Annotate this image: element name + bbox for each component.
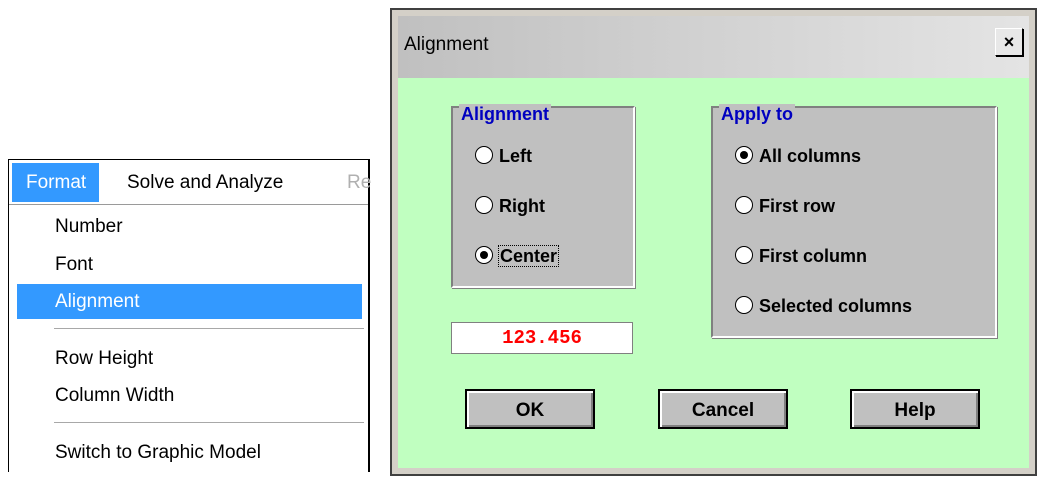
menu-item-switch-to-graphic-model[interactable]: Switch to Graphic Model — [17, 435, 362, 470]
format-menu-panel: Format Solve and Analyze Re Number Font … — [8, 159, 371, 472]
menu-item-alignment[interactable]: Alignment — [17, 284, 362, 319]
close-button[interactable]: × — [995, 28, 1023, 56]
radio-right-label: Right — [499, 196, 545, 216]
radio-all-columns[interactable]: All columns — [735, 143, 861, 169]
apply-to-group-label: Apply to — [719, 104, 795, 125]
menu-separator — [54, 422, 364, 423]
radio-circle-icon — [475, 196, 493, 214]
menubar-format[interactable]: Format — [12, 163, 99, 202]
radio-circle-icon — [475, 146, 493, 164]
menubar-truncated-item[interactable]: Re — [347, 163, 371, 202]
radio-first-row[interactable]: First row — [735, 193, 835, 219]
alignment-groupbox: Alignment Left Right Center — [451, 104, 635, 288]
help-button[interactable]: Help — [850, 389, 980, 429]
radio-left-label: Left — [499, 146, 532, 166]
radio-first-column-label: First column — [759, 246, 868, 266]
radio-all-columns-label: All columns — [759, 146, 862, 166]
menu-item-font[interactable]: Font — [17, 247, 362, 282]
radio-selected-columns[interactable]: Selected columns — [735, 293, 912, 319]
close-icon: × — [1003, 32, 1015, 52]
radio-circle-icon — [735, 296, 753, 314]
radio-selected-icon — [735, 146, 753, 164]
dialog-client-area: Alignment Left Right Center Apply to All… — [398, 78, 1029, 468]
ok-button[interactable]: OK — [465, 389, 595, 429]
radio-right[interactable]: Right — [475, 193, 545, 219]
alignment-preview: 123.456 — [451, 322, 633, 354]
dialog-titlebar[interactable]: Alignment × — [398, 16, 1029, 78]
radio-center-label: Center — [497, 245, 560, 267]
radio-center[interactable]: Center — [475, 243, 560, 269]
menubar: Format Solve and Analyze Re — [9, 160, 371, 205]
cancel-button[interactable]: Cancel — [658, 389, 788, 429]
menu-item-number[interactable]: Number — [17, 209, 362, 244]
radio-first-column[interactable]: First column — [735, 243, 867, 269]
dialog-title: Alignment — [404, 34, 489, 55]
menu-item-column-width[interactable]: Column Width — [17, 378, 362, 413]
radio-circle-icon — [735, 246, 753, 264]
alignment-group-label: Alignment — [459, 104, 551, 125]
menu-item-row-height[interactable]: Row Height — [17, 341, 362, 376]
apply-to-groupbox: Apply to All columns First row First col… — [711, 104, 997, 338]
radio-first-row-label: First row — [759, 196, 836, 216]
radio-selected-icon — [475, 246, 493, 264]
alignment-dialog: Alignment × Alignment Left Right Center … — [390, 8, 1037, 476]
radio-circle-icon — [735, 196, 753, 214]
menu-separator — [54, 328, 364, 329]
menubar-solve-and-analyze[interactable]: Solve and Analyze — [117, 163, 293, 202]
radio-selected-columns-label: Selected columns — [759, 296, 913, 316]
radio-left[interactable]: Left — [475, 143, 532, 169]
